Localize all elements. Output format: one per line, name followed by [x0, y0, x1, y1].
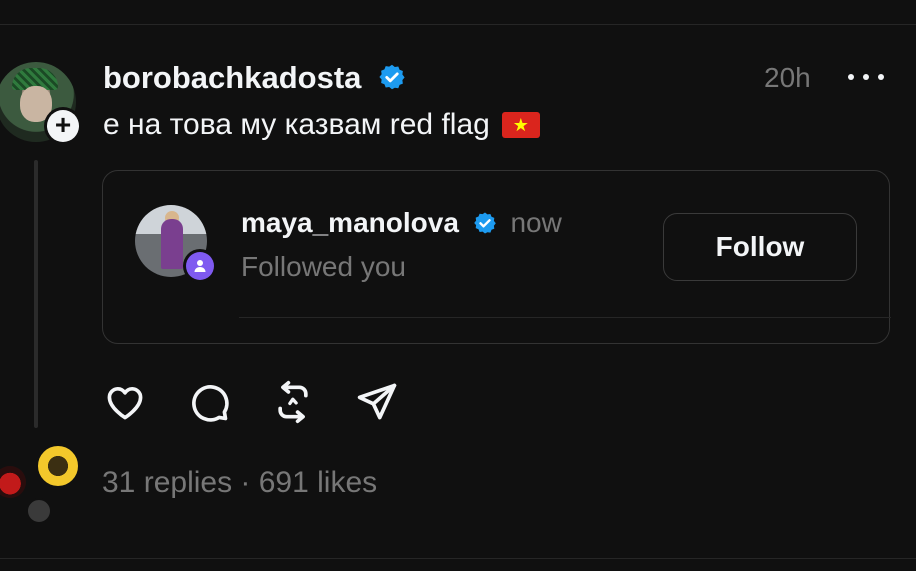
- top-divider: [0, 24, 916, 25]
- card-divider: [239, 317, 891, 318]
- repost-icon[interactable]: [271, 380, 315, 424]
- post-username-text[interactable]: borobachkadosta: [103, 60, 361, 95]
- bottom-divider: [0, 558, 916, 559]
- embedded-follow-card[interactable]: maya_manolova now Followed you Follow: [102, 170, 891, 344]
- card-verified-badge-icon: [473, 212, 496, 234]
- reply-avatar[interactable]: [36, 444, 80, 488]
- reply-avatar[interactable]: [0, 466, 26, 498]
- card-time: now: [510, 207, 562, 238]
- card-avatar-person: [161, 219, 183, 269]
- plus-icon: +: [47, 110, 79, 142]
- card-username[interactable]: maya_manolova now: [241, 207, 562, 239]
- thread-line: [34, 160, 38, 428]
- person-icon: [186, 252, 214, 280]
- card-subtitle: Followed you: [241, 251, 406, 282]
- post-username[interactable]: borobachkadosta: [103, 60, 406, 96]
- card-username-text[interactable]: maya_manolova: [241, 207, 459, 238]
- action-bar: [103, 380, 399, 424]
- share-icon[interactable]: [355, 380, 399, 424]
- follow-button[interactable]: Follow: [663, 213, 857, 281]
- post-text: е на това му казвам red flag ★: [103, 108, 540, 142]
- post-time: 20h: [764, 62, 811, 93]
- more-options-icon[interactable]: [848, 64, 884, 90]
- post-stats[interactable]: 31 replies · 691 likes: [102, 466, 377, 500]
- verified-badge-icon: [379, 64, 405, 90]
- followed-badge: [183, 249, 217, 283]
- comment-icon[interactable]: [187, 380, 231, 424]
- post-text-content: е на това му казвам red flag: [103, 108, 490, 141]
- reply-avatar[interactable]: [26, 498, 52, 524]
- heart-icon[interactable]: [103, 380, 147, 424]
- vietnam-flag-emoji: ★: [501, 112, 540, 138]
- follow-plus-button[interactable]: +: [44, 107, 82, 145]
